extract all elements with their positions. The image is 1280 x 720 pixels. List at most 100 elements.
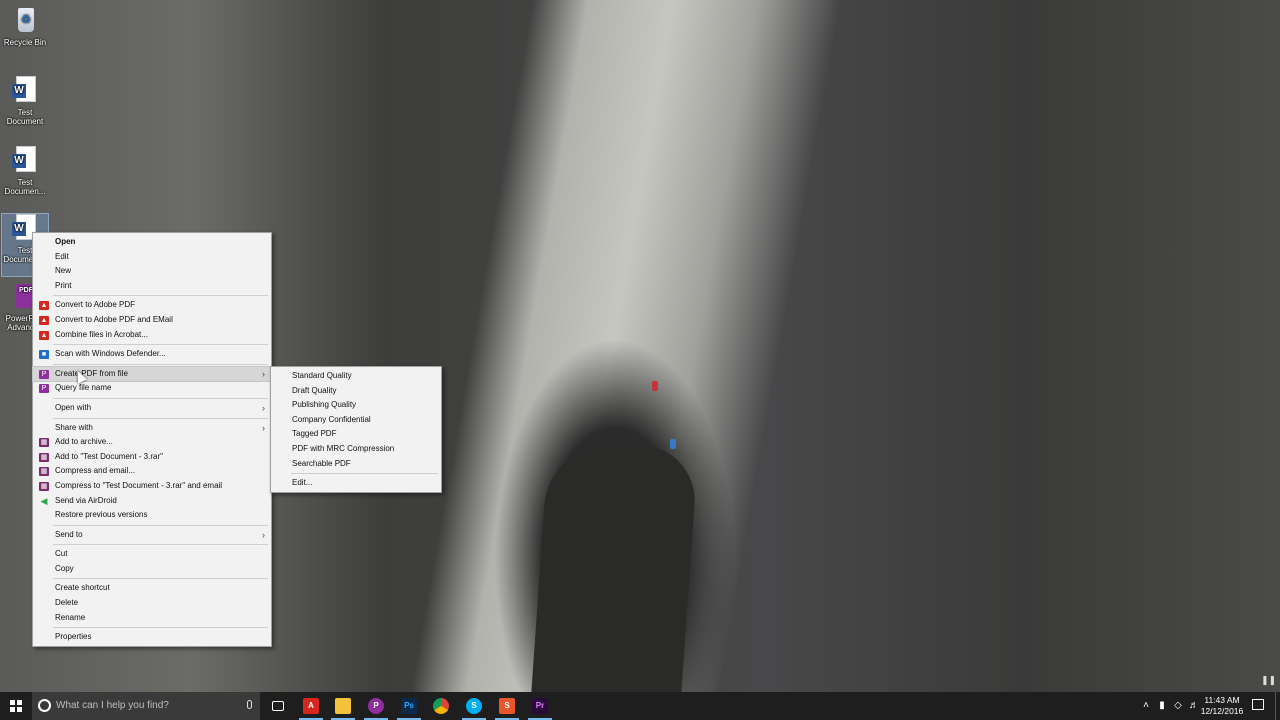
menu-separator — [53, 627, 268, 629]
menu-item-label: Convert to Adobe PDF — [55, 300, 136, 310]
taskbar-skype[interactable]: S — [458, 692, 490, 720]
microphone-icon[interactable] — [247, 700, 252, 709]
action-center-icon[interactable] — [1252, 699, 1264, 710]
submenu-item-company-confidential[interactable]: Company Confidential — [271, 413, 441, 428]
word-document-icon: W — [12, 84, 26, 98]
acrobat-combine-icon: ▲ — [39, 330, 49, 340]
submenu-item-edit[interactable]: Edit... — [271, 476, 441, 491]
menu-item-cut[interactable]: Cut — [33, 547, 271, 562]
menu-item-label: Delete — [55, 598, 79, 608]
menu-item-label: Searchable PDF — [292, 458, 351, 468]
menu-item-label: Publishing Quality — [292, 400, 357, 410]
menu-item-send-via-airdroid[interactable]: ◀ Send via AirDroid — [33, 494, 271, 509]
menu-item-combine-in-acrobat[interactable]: ▲ Combine files in Acrobat... — [33, 328, 271, 343]
taskbar-premiere[interactable]: Pr — [524, 692, 556, 720]
taskbar-clock[interactable]: 11:43 AM 12/12/2016 — [1198, 695, 1246, 717]
task-view-button[interactable] — [262, 692, 294, 720]
menu-item-print[interactable]: Print — [33, 279, 271, 294]
menu-item-label: Company Confidential — [292, 414, 371, 424]
start-button[interactable] — [0, 692, 32, 720]
winrar-icon: ▦ — [39, 481, 49, 491]
chevron-right-icon: › — [262, 422, 265, 433]
desktop-icon-label: Test Document — [6, 108, 44, 126]
taskbar-chrome[interactable] — [425, 692, 457, 720]
menu-item-label: Edit... — [292, 478, 313, 488]
menu-item-scan-defender[interactable]: ■ Scan with Windows Defender... — [33, 347, 271, 362]
menu-item-label: Add to "Test Document - 3.rar" — [55, 451, 163, 461]
menu-item-add-to-archive[interactable]: ▦ Add to archive... — [33, 435, 271, 450]
menu-item-label: Combine files in Acrobat... — [55, 329, 148, 339]
menu-item-send-to[interactable]: Send to › — [33, 528, 271, 543]
menu-item-label: PDF with MRC Compression — [292, 443, 395, 453]
chevron-right-icon: › — [262, 402, 265, 413]
menu-item-delete[interactable]: Delete — [33, 596, 271, 611]
taskbar: What can I help you find? A P Ps S S Pr … — [0, 692, 1280, 720]
menu-item-open[interactable]: Open — [33, 235, 271, 250]
menu-item-label: Rename — [55, 612, 86, 622]
file-explorer-icon — [335, 698, 351, 714]
show-desktop-button[interactable] — [1275, 692, 1280, 720]
snagit-icon: S — [499, 698, 515, 714]
climber-figure — [652, 381, 658, 391]
powerpdf-icon: P — [39, 369, 49, 379]
submenu-item-draft-quality[interactable]: Draft Quality — [271, 384, 441, 399]
winrar-icon: ▦ — [39, 438, 49, 448]
powerpdf-query-icon: P — [39, 384, 49, 394]
menu-item-add-to-rar[interactable]: ▦ Add to "Test Document - 3.rar" — [33, 450, 271, 465]
menu-item-label: Open — [55, 237, 76, 246]
network-icon[interactable]: ◇ — [1172, 700, 1184, 712]
menu-item-open-with[interactable]: Open with › — [33, 401, 271, 416]
taskbar-snagit[interactable]: S — [491, 692, 523, 720]
menu-item-label: Query file name — [55, 383, 112, 393]
cortana-search-box[interactable]: What can I help you find? — [32, 692, 260, 720]
menu-separator — [53, 363, 268, 365]
airdroid-icon: ◀ — [40, 495, 48, 506]
chevron-up-icon[interactable]: ˄ — [1140, 700, 1152, 712]
menu-item-copy[interactable]: Copy — [33, 562, 271, 577]
menu-item-properties[interactable]: Properties — [33, 630, 271, 645]
desktop-icon-test-document[interactable]: W Test Document — [2, 76, 48, 126]
menu-item-label: Restore previous versions — [55, 510, 148, 520]
menu-item-create-shortcut[interactable]: Create shortcut — [33, 581, 271, 596]
acrobat-icon: ▲ — [39, 301, 49, 311]
submenu-item-tagged-pdf[interactable]: Tagged PDF — [271, 427, 441, 442]
submenu-item-publishing-quality[interactable]: Publishing Quality — [271, 398, 441, 413]
menu-item-share-with[interactable]: Share with › — [33, 421, 271, 436]
taskbar-photoshop[interactable]: Ps — [393, 692, 425, 720]
menu-item-create-pdf-from-file[interactable]: P Create PDF from file › — [32, 365, 272, 383]
menu-item-label: Properties — [55, 632, 92, 642]
menu-item-label: Edit — [55, 251, 69, 261]
menu-item-label: Print — [55, 280, 72, 290]
task-view-icon — [272, 701, 284, 711]
menu-item-query-file-name[interactable]: P Query file name — [33, 381, 271, 396]
menu-item-rename[interactable]: Rename — [33, 611, 271, 626]
submenu-item-pdf-mrc-compression[interactable]: PDF with MRC Compression — [271, 442, 441, 457]
submenu-item-searchable-pdf[interactable]: Searchable PDF — [271, 457, 441, 472]
power-icon[interactable]: ▮ — [1156, 700, 1168, 712]
menu-item-label: Share with — [55, 422, 93, 432]
taskbar-powerpdf[interactable]: P — [360, 692, 392, 720]
taskbar-acrobat[interactable]: A — [295, 692, 327, 720]
windows-logo-icon — [10, 700, 22, 712]
menu-item-compress-and-email[interactable]: ▦ Compress and email... — [33, 464, 271, 479]
menu-separator — [291, 473, 438, 475]
chevron-right-icon: › — [262, 368, 265, 379]
menu-item-convert-to-adobe-pdf[interactable]: ▲ Convert to Adobe PDF — [33, 298, 271, 313]
menu-item-restore-previous-versions[interactable]: Restore previous versions — [33, 508, 271, 523]
pause-icon: ❚❚ — [1261, 675, 1277, 685]
menu-item-compress-to-rar-and-email[interactable]: ▦ Compress to "Test Document - 3.rar" and… — [33, 479, 271, 494]
menu-item-label: Open with — [55, 402, 92, 412]
powerpdf-icon: P — [368, 698, 384, 714]
menu-item-label: Scan with Windows Defender... — [55, 349, 166, 359]
menu-item-edit[interactable]: Edit — [33, 250, 271, 265]
menu-item-label: Add to archive... — [55, 437, 113, 447]
submenu-item-standard-quality[interactable]: Standard Quality — [271, 369, 441, 384]
menu-item-new[interactable]: New — [33, 264, 271, 279]
desktop-icon-recycle-bin[interactable]: ♻ Recycle Bin — [2, 6, 48, 47]
taskbar-file-explorer[interactable] — [327, 692, 359, 720]
chrome-icon — [433, 698, 449, 714]
menu-item-convert-and-email[interactable]: ▲ Convert to Adobe PDF and EMail — [33, 313, 271, 328]
desktop-icon-test-document-2[interactable]: W Test Documen... — [2, 146, 48, 196]
word-document-icon: W — [12, 222, 26, 236]
recycle-bin-icon: ♻ — [18, 8, 34, 32]
